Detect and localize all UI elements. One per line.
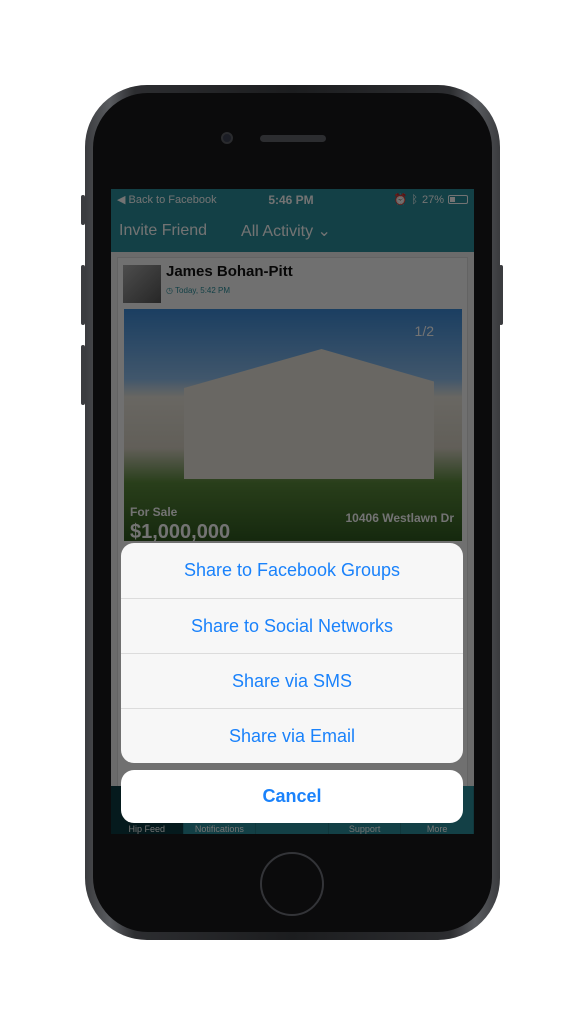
listing-address: 10406 Westlawn Dr xyxy=(345,511,455,525)
back-to-facebook-link[interactable]: ◀ Back to Facebook xyxy=(117,193,217,206)
power-button xyxy=(499,265,503,325)
photo-counter: 1/2 xyxy=(414,323,434,339)
share-facebook-groups-button[interactable]: Share to Facebook Groups xyxy=(121,543,463,598)
activity-filter-dropdown[interactable]: All Activity ⌄ xyxy=(241,221,331,241)
camera-icon xyxy=(221,132,233,144)
action-sheet: Share to Facebook Groups Share to Social… xyxy=(121,543,463,763)
avatar[interactable] xyxy=(123,265,161,303)
house-image xyxy=(184,349,434,479)
listing-price: $1,000,000 xyxy=(130,521,231,543)
alarm-icon: ⏰ xyxy=(393,194,408,206)
speaker-grille xyxy=(260,135,326,142)
share-email-button[interactable]: Share via Email xyxy=(121,708,463,763)
listing-photo[interactable]: 1/2 For Sale 10406 Westlawn Dr $1,000,00… xyxy=(124,309,462,543)
author-name[interactable]: James Bohan-Pitt xyxy=(166,263,293,280)
share-sms-button[interactable]: Share via SMS xyxy=(121,653,463,708)
invite-friend-button[interactable]: Invite Friend xyxy=(119,222,207,240)
post-time: ◷ Today, 5:42 PM xyxy=(166,286,231,295)
cancel-button[interactable]: Cancel xyxy=(121,770,463,823)
volume-down-button xyxy=(81,345,85,405)
battery-icon xyxy=(448,195,468,204)
bluetooth-icon: ᛒ xyxy=(411,193,418,206)
nav-bar: Invite Friend All Activity ⌄ xyxy=(111,210,474,252)
battery-percent: 27% xyxy=(421,193,444,206)
volume-up-button xyxy=(81,265,85,325)
chevron-down-icon: ⌄ xyxy=(317,223,331,240)
home-button[interactable] xyxy=(260,852,324,916)
share-social-networks-button[interactable]: Share to Social Networks xyxy=(121,598,463,653)
filter-label: All Activity xyxy=(241,223,314,240)
status-time: 5:46 PM xyxy=(268,192,314,207)
status-bar: ◀ Back to Facebook 5:46 PM ⏰ ᛒ 27% xyxy=(111,189,474,210)
listing-status: For Sale xyxy=(130,505,178,519)
mute-switch xyxy=(81,195,85,225)
